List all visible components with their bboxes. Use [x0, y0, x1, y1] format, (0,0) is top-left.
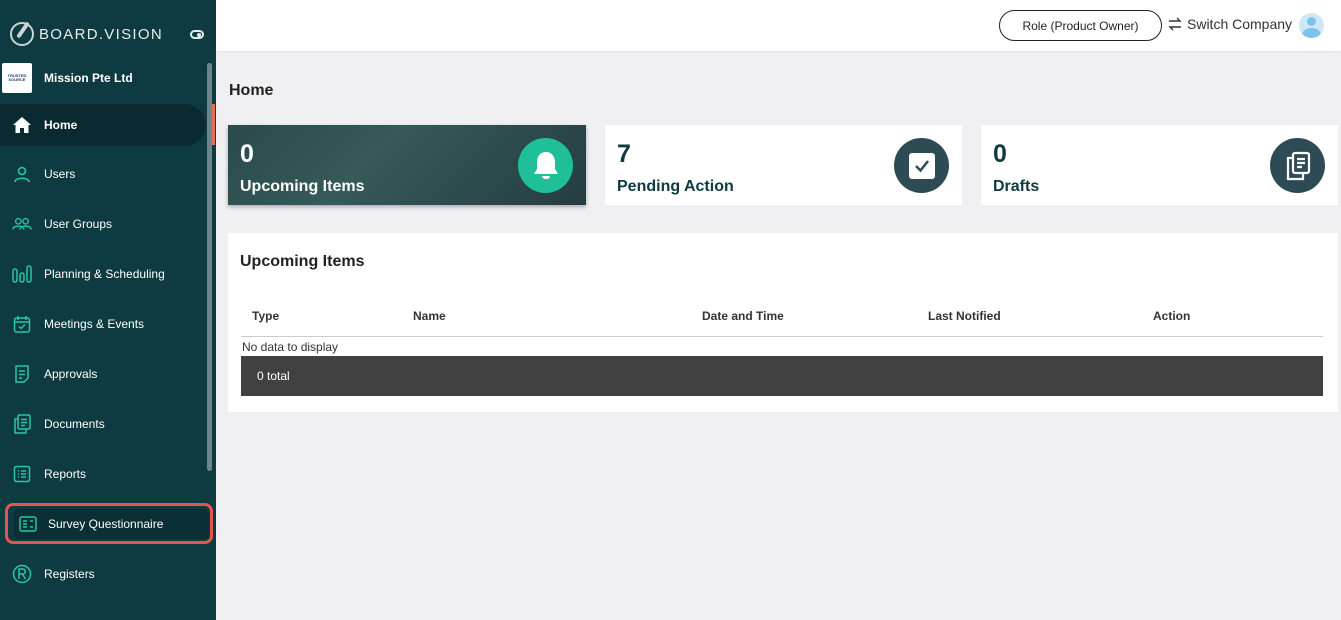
card-label: Drafts — [993, 178, 1040, 195]
sidebar-item-label: Registers — [44, 567, 95, 581]
sidebar-item-label: Users — [44, 167, 76, 181]
brand-logo[interactable]: BOARD.VISION — [10, 22, 163, 46]
card-label: Pending Action — [617, 178, 734, 195]
sidebar-item-home[interactable]: Home — [0, 104, 206, 146]
sidebar: BOARD.VISION TRUSTED SOURCE Mission Pte … — [0, 0, 216, 620]
card-drafts[interactable]: 0 Drafts — [981, 125, 1338, 205]
registered-icon — [12, 564, 32, 584]
bell-icon — [518, 138, 573, 193]
sidebar-item-label: User Groups — [44, 217, 113, 231]
company-name: Mission Pte Ltd — [44, 71, 133, 85]
switch-arrows-icon — [1168, 17, 1182, 31]
user-avatar[interactable] — [1299, 13, 1324, 38]
switch-company-link[interactable]: Switch Company — [1167, 16, 1292, 32]
switch-company-label: Switch Company — [1187, 16, 1293, 32]
sidebar-item-documents[interactable]: Documents — [0, 403, 206, 445]
planning-icon — [12, 264, 32, 284]
sidebar-item-reports[interactable]: Reports — [0, 453, 206, 495]
company-selector[interactable]: TRUSTED SOURCE Mission Pte Ltd — [2, 63, 133, 93]
card-label: Upcoming Items — [240, 178, 365, 195]
sidebar-item-meetings[interactable]: Meetings & Events — [0, 303, 206, 345]
column-header-type[interactable]: Type — [252, 309, 279, 323]
board-vision-logo-icon — [10, 22, 34, 46]
top-bar: Role (Product Owner) Switch Company — [216, 0, 1341, 51]
column-header-date-time[interactable]: Date and Time — [702, 309, 784, 323]
card-value: 0 — [240, 140, 254, 168]
upcoming-items-panel: Upcoming Items Type Name Date and Time L… — [228, 233, 1338, 412]
checkbox-icon — [894, 138, 949, 193]
sidebar-toggle-icon[interactable] — [190, 30, 204, 39]
survey-item-inner: Survey Questionnaire — [14, 508, 210, 539]
sidebar-item-survey-questionnaire[interactable]: Survey Questionnaire — [5, 503, 213, 544]
column-header-name[interactable]: Name — [413, 309, 446, 323]
reports-icon — [12, 464, 32, 484]
table-header-divider — [241, 336, 1323, 337]
card-upcoming-items[interactable]: 0 Upcoming Items — [228, 125, 586, 205]
column-header-action[interactable]: Action — [1153, 309, 1190, 323]
sidebar-item-label: Planning & Scheduling — [44, 267, 165, 281]
sidebar-item-users[interactable]: Users — [0, 153, 206, 195]
sidebar-item-label: Approvals — [44, 367, 98, 381]
brand-name: BOARD.VISION — [39, 25, 163, 43]
role-button[interactable]: Role (Product Owner) — [999, 10, 1162, 41]
table-footer: 0 total — [241, 356, 1323, 396]
home-icon — [12, 115, 32, 135]
sidebar-item-label: Home — [44, 118, 78, 132]
sidebar-item-user-groups[interactable]: User Groups — [0, 203, 206, 245]
calendar-icon — [12, 314, 32, 334]
card-pending-action[interactable]: 7 Pending Action — [605, 125, 962, 205]
sidebar-item-label: Meetings & Events — [44, 317, 145, 331]
sidebar-item-label: Documents — [44, 417, 105, 431]
card-value: 0 — [993, 140, 1007, 168]
total-count: 0 total — [257, 369, 290, 383]
documents-icon — [12, 414, 32, 434]
sidebar-item-label: Reports — [44, 467, 87, 481]
survey-icon — [18, 514, 38, 534]
user-icon — [12, 164, 32, 184]
page-title: Home — [229, 82, 274, 99]
empty-state-text: No data to display — [242, 340, 339, 354]
sidebar-item-planning[interactable]: Planning & Scheduling — [0, 253, 206, 295]
sidebar-item-label: Survey Questionnaire — [48, 516, 164, 531]
column-header-last-notified[interactable]: Last Notified — [928, 309, 1001, 323]
company-logo: TRUSTED SOURCE — [2, 63, 32, 93]
active-indicator — [212, 104, 215, 145]
sidebar-item-approvals[interactable]: Approvals — [0, 353, 206, 395]
approvals-icon — [12, 364, 32, 384]
drafts-icon — [1270, 138, 1325, 193]
card-value: 7 — [617, 140, 631, 168]
sidebar-item-registers[interactable]: Registers — [0, 553, 206, 595]
user-groups-icon — [12, 214, 32, 234]
panel-title: Upcoming Items — [240, 253, 365, 270]
